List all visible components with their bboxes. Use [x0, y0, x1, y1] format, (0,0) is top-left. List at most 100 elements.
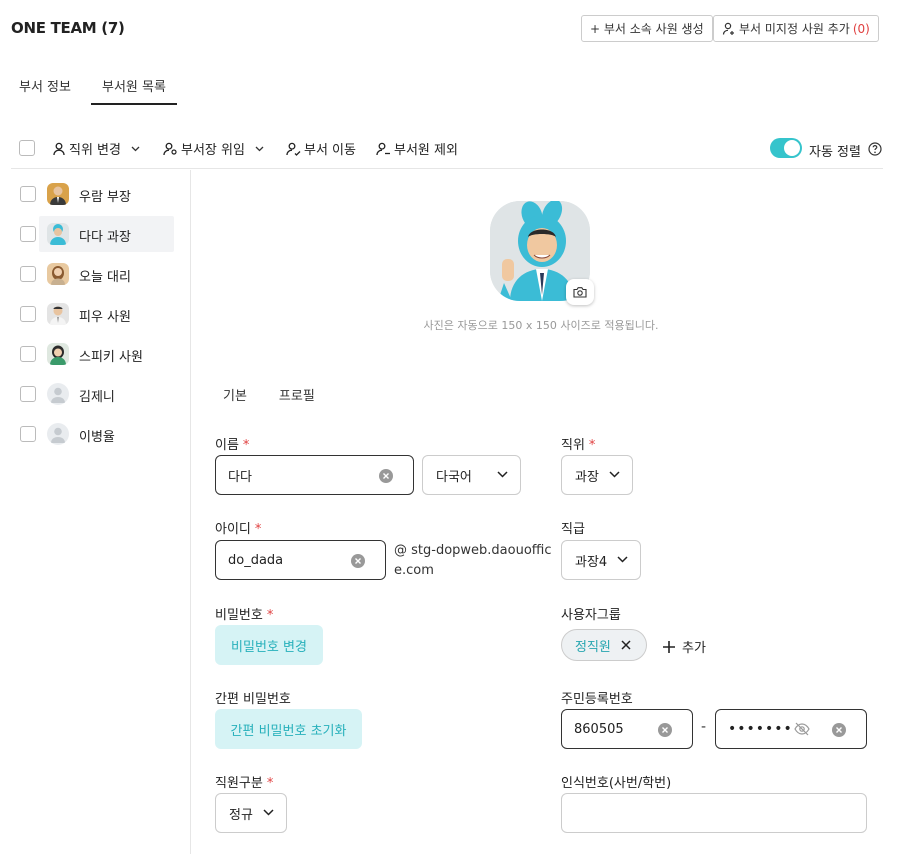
tab-basic[interactable]: 기본	[223, 385, 247, 404]
chevron-down-icon	[263, 809, 274, 816]
user-plus-icon	[722, 22, 736, 36]
member-checkbox[interactable]	[20, 266, 36, 282]
clear-icon[interactable]	[832, 723, 846, 741]
member-name: 오늘 대리	[79, 270, 131, 285]
list-item[interactable]: 스피키 사원	[11, 336, 174, 372]
clear-icon[interactable]	[379, 469, 393, 487]
list-item[interactable]: 이병율	[11, 416, 174, 452]
member-checkbox[interactable]	[20, 226, 36, 242]
clear-icon[interactable]	[658, 723, 672, 741]
avatar	[47, 303, 69, 325]
simple-password-label: 간편 비밀번호	[215, 692, 291, 707]
add-unassigned-label: 부서 미지정 사원 추가	[739, 22, 850, 36]
chevron-down-icon	[255, 146, 264, 151]
list-item[interactable]: 오늘 대리	[11, 256, 174, 292]
member-checkbox[interactable]	[20, 306, 36, 322]
avatar	[47, 223, 69, 245]
member-checkbox[interactable]	[20, 426, 36, 442]
tab-profile[interactable]: 프로필	[279, 385, 315, 404]
language-select[interactable]: 다국어	[422, 455, 521, 495]
reset-simple-password-button[interactable]: 간편 비밀번호 초기화	[215, 709, 362, 749]
name-field[interactable]: 다다	[215, 455, 414, 495]
list-item[interactable]: 다다 과장	[11, 216, 174, 252]
remove-member-label: 부서원 제외	[394, 143, 458, 158]
add-group-button[interactable]: 추가	[662, 637, 706, 656]
unassigned-count: (0)	[852, 21, 870, 36]
move-dept-label: 부서 이동	[304, 143, 356, 158]
employee-type-label: 직원구분 *	[215, 776, 274, 791]
create-member-label: + 부서 소속 사원 생성	[590, 22, 704, 36]
employee-type-value: 정규	[229, 807, 253, 823]
rrn-front-value: 860505	[574, 721, 624, 737]
rank-select[interactable]: 과장4	[561, 540, 641, 580]
list-item[interactable]: 김제니	[11, 376, 174, 412]
user-group-chip-label: 정직원	[575, 639, 611, 655]
member-toolbar: 직위 변경 부서장 위임 부서 이동 부서원 제외 자동 정렬	[11, 130, 883, 169]
change-position-label: 직위 변경	[69, 143, 121, 158]
name-value: 다다	[228, 469, 252, 485]
member-name: 이병율	[79, 430, 115, 445]
rrn-separator: -	[701, 719, 707, 735]
rrn-back-value: •••••••	[728, 721, 793, 737]
name-label: 이름 *	[215, 438, 250, 453]
list-item[interactable]: 우람 부장	[11, 176, 174, 212]
member-name: 김제니	[79, 390, 115, 405]
member-checkbox[interactable]	[20, 386, 36, 402]
position-label: 직위 *	[561, 438, 596, 453]
rrn-front-field[interactable]: 860505	[561, 709, 693, 749]
chevron-down-icon	[131, 146, 140, 151]
select-all-checkbox[interactable]	[19, 140, 35, 156]
position-select[interactable]: 과장	[561, 455, 633, 495]
user-icon	[53, 142, 65, 155]
chevron-down-icon	[617, 556, 628, 563]
id-field[interactable]: do_dada	[215, 540, 386, 580]
id-label: 아이디 *	[215, 522, 262, 537]
default-avatar-icon	[47, 383, 69, 405]
remove-member-button[interactable]: 부서원 제외	[376, 139, 458, 158]
user-remove-icon	[376, 142, 390, 155]
avatar	[47, 263, 69, 285]
auto-sort-label: 자동 정렬	[809, 145, 861, 160]
rank-label: 직급	[561, 522, 585, 537]
user-group-label: 사용자그룹	[561, 608, 621, 623]
change-password-button[interactable]: 비밀번호 변경	[215, 625, 323, 665]
position-value: 과장	[575, 469, 599, 485]
avatar	[47, 183, 69, 205]
auto-sort-toggle[interactable]	[770, 138, 802, 158]
user-move-icon	[286, 142, 301, 156]
employee-type-select[interactable]: 정규	[215, 793, 287, 833]
chevron-down-icon	[497, 471, 508, 478]
create-member-button[interactable]: + 부서 소속 사원 생성	[581, 15, 713, 42]
change-position-menu[interactable]: 직위 변경	[52, 139, 143, 158]
close-icon[interactable]	[620, 639, 632, 655]
member-checkbox[interactable]	[20, 346, 36, 362]
member-list: 우람 부장 다다 과장 오늘 대리 피우 사원 스피키 사원 김제니 이병율	[11, 170, 191, 854]
default-avatar-icon	[47, 423, 69, 445]
list-item[interactable]: 피우 사원	[11, 296, 174, 332]
eye-off-icon[interactable]	[794, 722, 810, 740]
avatar	[47, 343, 69, 365]
help-icon[interactable]	[868, 142, 882, 160]
delegate-head-label: 부서장 위임	[181, 143, 245, 158]
tab-member-list[interactable]: 부서원 목록	[90, 76, 177, 105]
password-label: 비밀번호 *	[215, 608, 274, 623]
rrn-label: 주민등록번호	[561, 692, 633, 707]
clear-icon[interactable]	[351, 554, 365, 572]
tab-dept-info[interactable]: 부서 정보	[19, 76, 71, 105]
add-group-label: 추가	[682, 641, 706, 656]
member-checkbox[interactable]	[20, 186, 36, 202]
add-unassigned-button[interactable]: 부서 미지정 사원 추가 (0)	[713, 15, 879, 42]
delegate-head-menu[interactable]: 부서장 위임	[163, 139, 267, 158]
member-name: 스피키 사원	[79, 350, 143, 365]
id-value: do_dada	[228, 552, 284, 568]
employee-number-field[interactable]	[561, 793, 867, 833]
move-dept-button[interactable]: 부서 이동	[286, 139, 356, 158]
rank-value: 과장4	[575, 554, 608, 570]
photo-size-note: 사진은 자동으로 150 x 150 사이즈로 적용됩니다.	[423, 319, 659, 332]
member-name: 다다 과장	[79, 230, 131, 245]
camera-icon[interactable]	[566, 279, 594, 305]
page-title: ONE TEAM (7)	[11, 19, 125, 37]
employee-number-label: 인식번호(사번/학번)	[561, 776, 672, 791]
rrn-back-field[interactable]: •••••••	[715, 709, 867, 749]
language-value: 다국어	[436, 469, 472, 485]
